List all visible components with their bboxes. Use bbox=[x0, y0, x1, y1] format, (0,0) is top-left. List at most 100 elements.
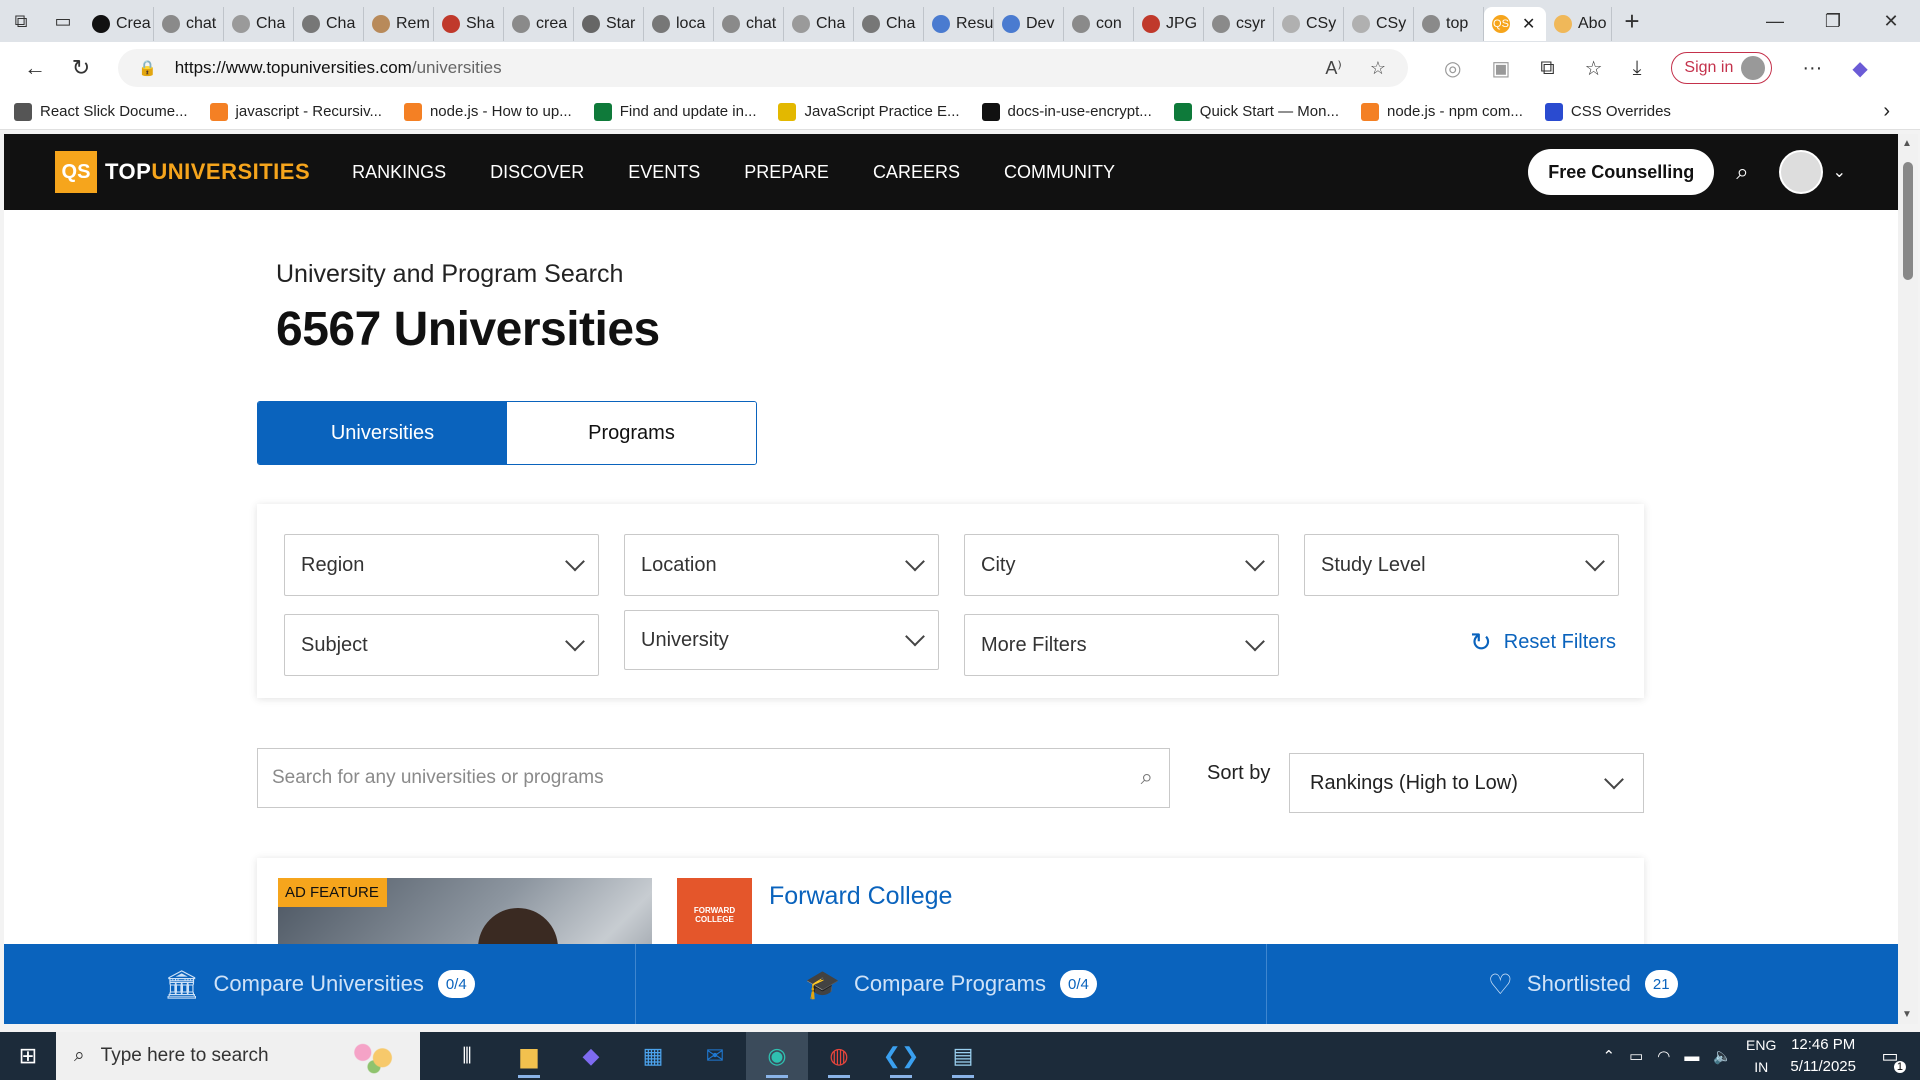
search-icon[interactable]: ⌕ bbox=[1141, 764, 1153, 790]
tab-about[interactable]: Abo bbox=[1546, 7, 1612, 41]
workspaces-icon[interactable]: ⧉ bbox=[0, 0, 42, 42]
user-menu[interactable]: ⌄ bbox=[1778, 150, 1846, 194]
tab[interactable]: Resu bbox=[924, 7, 994, 41]
university-name-link[interactable]: Forward College bbox=[769, 882, 952, 911]
copilot-app-icon[interactable]: ◆ bbox=[560, 1032, 622, 1080]
tab[interactable]: con bbox=[1064, 7, 1134, 41]
topuniversities-logo[interactable]: QS TOPUNIVERSITIES bbox=[55, 151, 310, 193]
study-level-select[interactable]: Study Level bbox=[1304, 534, 1619, 596]
extension-icon[interactable]: ◎ bbox=[1444, 56, 1461, 81]
minimize-icon[interactable]: — bbox=[1746, 11, 1804, 32]
download-icon[interactable]: ⤓ bbox=[1633, 57, 1642, 80]
wifi-icon[interactable]: ◠ bbox=[1657, 1047, 1670, 1065]
site-search-icon[interactable]: ⌕ bbox=[1736, 159, 1748, 185]
bookmark-item[interactable]: JavaScript Practice E... bbox=[778, 102, 960, 121]
meet-icon[interactable]: ▭ bbox=[1629, 1047, 1643, 1065]
favorites-icon[interactable]: ☆ bbox=[1585, 56, 1603, 81]
tab[interactable]: chat bbox=[714, 7, 784, 41]
notifications-icon[interactable]: ▭ 1 bbox=[1870, 1046, 1910, 1073]
edge-icon[interactable]: ◉ bbox=[746, 1032, 808, 1080]
free-counselling-button[interactable]: Free Counselling bbox=[1528, 149, 1715, 195]
chevron-up-icon[interactable]: ⌃ bbox=[1602, 1047, 1615, 1065]
file-explorer-icon[interactable]: ▆ bbox=[498, 1032, 560, 1080]
tab[interactable]: Crea bbox=[84, 7, 154, 41]
bookmark-item[interactable]: CSS Overrides bbox=[1544, 102, 1671, 121]
reset-filters-button[interactable]: ↻ Reset Filters bbox=[1470, 627, 1616, 658]
nav-item-prepare[interactable]: PREPARE bbox=[744, 162, 829, 183]
tab[interactable]: Rem bbox=[364, 7, 434, 41]
city-select[interactable]: City bbox=[964, 534, 1279, 596]
copilot-icon[interactable]: ◆ bbox=[1852, 56, 1867, 81]
tab-universities[interactable]: Universities bbox=[258, 402, 507, 464]
bookmark-item[interactable]: Find and update in... bbox=[593, 102, 756, 121]
tab[interactable]: JPG bbox=[1134, 7, 1204, 41]
url-field[interactable]: 🔒 https://www.topuniversities.com/univer… bbox=[118, 49, 1408, 87]
tab-active-topuniversities[interactable]: QS ✕ bbox=[1484, 7, 1546, 41]
scroll-down-icon[interactable]: ▼ bbox=[1902, 1009, 1912, 1020]
tab[interactable]: Star bbox=[574, 7, 644, 41]
refresh-icon[interactable]: ↻ bbox=[58, 45, 104, 91]
tab[interactable]: crea bbox=[504, 7, 574, 41]
tab[interactable]: csyr bbox=[1204, 7, 1274, 41]
windows-start-icon[interactable]: ⊞ bbox=[0, 1032, 56, 1080]
tab[interactable]: Dev bbox=[994, 7, 1064, 41]
read-aloud-icon[interactable]: A⁾ bbox=[1325, 58, 1341, 79]
bookmark-item[interactable]: docs-in-use-encrypt... bbox=[981, 102, 1152, 121]
chrome-icon[interactable]: ◍ bbox=[808, 1032, 870, 1080]
more-menu-icon[interactable]: ··· bbox=[1802, 57, 1822, 80]
sort-select[interactable]: Rankings (High to Low) bbox=[1289, 753, 1644, 813]
tab[interactable]: Cha bbox=[294, 7, 364, 41]
tab-programs[interactable]: Programs bbox=[507, 402, 756, 464]
tab[interactable]: Cha bbox=[224, 7, 294, 41]
back-icon[interactable]: ← bbox=[12, 45, 58, 91]
scrollbar-thumb[interactable] bbox=[1903, 162, 1913, 280]
nav-item-discover[interactable]: DISCOVER bbox=[490, 162, 584, 183]
nav-item-careers[interactable]: CAREERS bbox=[873, 162, 960, 183]
close-tab-icon[interactable]: ✕ bbox=[1522, 14, 1535, 34]
profile-extension-icon[interactable]: ▣ bbox=[1491, 56, 1510, 81]
tab[interactable]: top bbox=[1414, 7, 1484, 41]
bookmark-item[interactable]: React Slick Docume... bbox=[14, 102, 188, 121]
nav-item-rankings[interactable]: RANKINGS bbox=[352, 162, 446, 183]
bookmark-item[interactable]: node.js - npm com... bbox=[1361, 102, 1523, 121]
tab[interactable]: Sha bbox=[434, 7, 504, 41]
clock[interactable]: 12:46 PM 5/11/2025 bbox=[1790, 1034, 1856, 1078]
language-indicator[interactable]: ENG IN bbox=[1746, 1034, 1776, 1078]
nav-item-community[interactable]: COMMUNITY bbox=[1004, 162, 1115, 183]
tab[interactable]: Cha bbox=[784, 7, 854, 41]
page-scrollbar[interactable]: ▲ ▼ bbox=[1898, 134, 1918, 1024]
microsoft-store-icon[interactable]: ▦ bbox=[622, 1032, 684, 1080]
tab[interactable]: Cha bbox=[854, 7, 924, 41]
notepad-icon[interactable]: ▤ bbox=[932, 1032, 994, 1080]
bookmark-item[interactable]: javascript - Recursiv... bbox=[209, 102, 382, 121]
lock-icon[interactable]: 🔒 bbox=[138, 59, 157, 77]
outlook-icon[interactable]: ✉ bbox=[684, 1032, 746, 1080]
search-input[interactable]: Search for any universities or programs … bbox=[257, 748, 1170, 808]
tab[interactable]: CSy bbox=[1344, 7, 1414, 41]
location-select[interactable]: Location bbox=[624, 534, 939, 596]
compare-programs-button[interactable]: 🎓 Compare Programs 0/4 bbox=[636, 944, 1268, 1024]
favorite-star-icon[interactable]: ☆ bbox=[1370, 58, 1386, 79]
bookmark-item[interactable]: node.js - How to up... bbox=[403, 102, 572, 121]
tab[interactable]: loca bbox=[644, 7, 714, 41]
university-select[interactable]: University bbox=[624, 610, 939, 670]
task-view-icon[interactable]: ⫴ bbox=[436, 1032, 498, 1080]
tab-actions-icon[interactable]: ▭ bbox=[42, 0, 84, 42]
nav-item-events[interactable]: EVENTS bbox=[628, 162, 700, 183]
tab[interactable]: chat bbox=[154, 7, 224, 41]
volume-icon[interactable]: 🔈 bbox=[1713, 1047, 1732, 1065]
subject-select[interactable]: Subject bbox=[284, 614, 599, 676]
tab[interactable]: CSy bbox=[1274, 7, 1344, 41]
taskbar-search-input[interactable]: ⌕ Type here to search bbox=[56, 1032, 420, 1080]
vscode-icon[interactable]: ❮❯ bbox=[870, 1032, 932, 1080]
new-tab-button[interactable]: + bbox=[1612, 6, 1652, 37]
more-filters-select[interactable]: More Filters bbox=[964, 614, 1279, 676]
battery-icon[interactable]: ▬ bbox=[1684, 1048, 1699, 1065]
shortlisted-button[interactable]: ♡ Shortlisted 21 bbox=[1267, 944, 1898, 1024]
sign-in-button[interactable]: Sign in bbox=[1671, 52, 1773, 84]
close-window-icon[interactable]: ✕ bbox=[1862, 11, 1920, 32]
scroll-up-icon[interactable]: ▲ bbox=[1902, 138, 1912, 149]
bookmarks-overflow-icon[interactable]: › bbox=[1883, 100, 1890, 123]
region-select[interactable]: Region bbox=[284, 534, 599, 596]
bookmark-item[interactable]: Quick Start — Mon... bbox=[1173, 102, 1339, 121]
